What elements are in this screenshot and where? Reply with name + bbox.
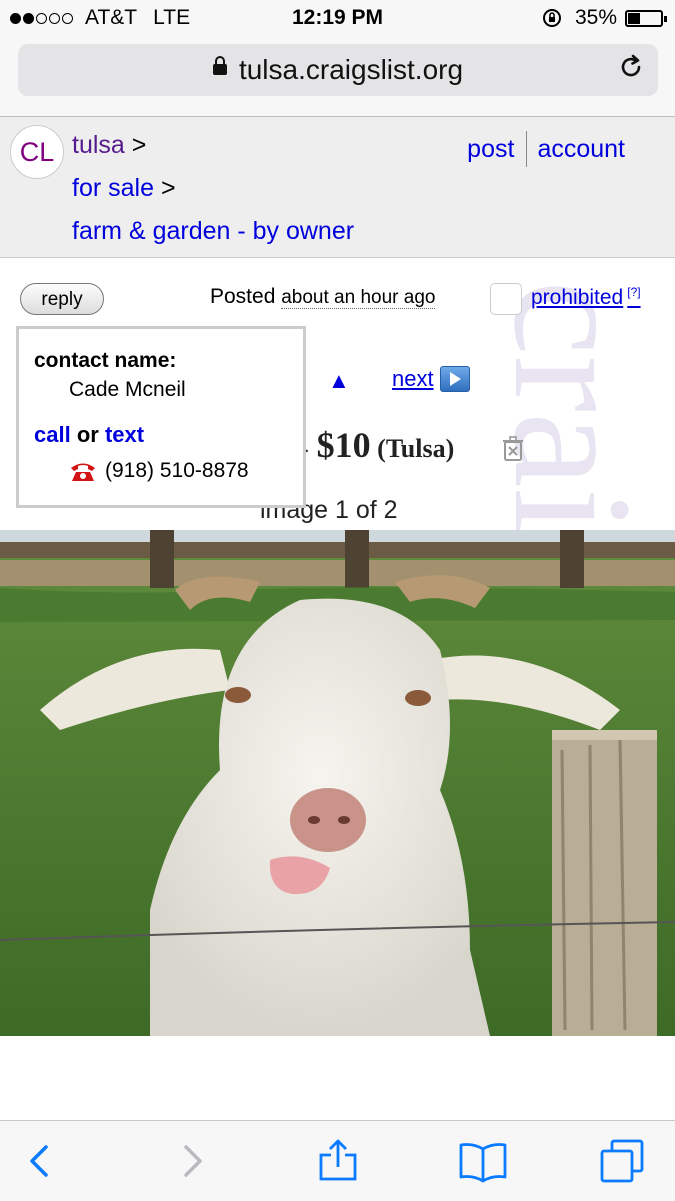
posted-label: Posted <box>210 285 276 308</box>
rotation-lock-icon <box>542 9 561 27</box>
account-link[interactable]: account <box>537 135 625 164</box>
posted-time: about an hour ago <box>281 287 436 309</box>
status-right: 35% <box>541 6 667 30</box>
back-icon[interactable] <box>18 1139 62 1183</box>
breadcrumb-category: farm & garden - by owner <box>72 217 354 246</box>
header-links: post account <box>467 131 625 167</box>
battery-percent: 35% <box>574 6 617 29</box>
listing-photo[interactable] <box>0 530 675 1036</box>
safari-toolbar <box>0 1120 675 1201</box>
prohibited-help-link[interactable]: [?] <box>627 285 640 299</box>
breadcrumb-tulsa: tulsa > <box>72 131 146 160</box>
breadcrumb-separator: > <box>160 174 176 202</box>
next-link[interactable]: next <box>392 366 470 392</box>
forward-icon[interactable] <box>170 1139 214 1183</box>
tabs-icon[interactable] <box>600 1139 644 1183</box>
up-arrow-icon[interactable]: ▲ <box>328 368 350 394</box>
contact-name-label: contact name: <box>34 349 177 372</box>
posted-info: Posted about an hour ago <box>210 285 436 309</box>
call-link[interactable]: call <box>34 422 71 447</box>
browser-chrome: tulsa.craigslist.org <box>0 38 675 117</box>
reply-button[interactable]: reply <box>20 283 104 315</box>
call-or-text: call or text <box>34 422 144 448</box>
price: $10 <box>316 425 371 465</box>
location: (Tulsa) <box>377 434 455 463</box>
telephone-icon <box>71 463 95 481</box>
contact-name: Cade Mcneil <box>69 378 186 401</box>
battery-icon <box>625 9 667 27</box>
breadcrumb-link-farm-garden[interactable]: farm & garden - by owner <box>72 217 354 245</box>
lock-icon <box>212 56 227 76</box>
header-divider <box>526 131 528 167</box>
contact-info-popup: contact name: Cade Mcneil call or text (… <box>16 326 306 508</box>
address-bar[interactable]: tulsa.craigslist.org <box>18 44 658 96</box>
site-header: CL tulsa > for sale > farm & garden - by… <box>0 117 675 258</box>
status-bar: AT&T LTE 12:19 PM 35% <box>0 0 675 38</box>
post-link[interactable]: post <box>467 135 514 164</box>
prohibited-link[interactable]: prohibited [?] <box>531 285 641 310</box>
craigslist-logo[interactable]: CL <box>10 125 64 179</box>
goat-photo-image <box>0 530 675 1036</box>
posting-title: -$10 (Tulsa) <box>300 424 454 466</box>
url-text: tulsa.craigslist.org <box>238 54 464 85</box>
phone-row[interactable]: (918) 510-8878 <box>69 459 249 483</box>
reload-icon[interactable] <box>618 53 644 89</box>
breadcrumb-for-sale: for sale > <box>72 174 176 203</box>
share-icon[interactable] <box>316 1139 360 1183</box>
text-link[interactable]: text <box>105 422 144 447</box>
trash-icon[interactable] <box>502 436 524 462</box>
next-arrow-icon <box>439 366 470 392</box>
or-label: or <box>76 422 99 447</box>
breadcrumb-link-for-sale[interactable]: for sale <box>72 174 154 202</box>
bookmarks-icon[interactable] <box>458 1139 508 1183</box>
phone-number: (918) 510-8878 <box>105 459 249 482</box>
flag-checkbox[interactable] <box>490 283 522 315</box>
breadcrumb-link-tulsa[interactable]: tulsa <box>72 131 125 159</box>
breadcrumb-separator: > <box>131 131 147 159</box>
